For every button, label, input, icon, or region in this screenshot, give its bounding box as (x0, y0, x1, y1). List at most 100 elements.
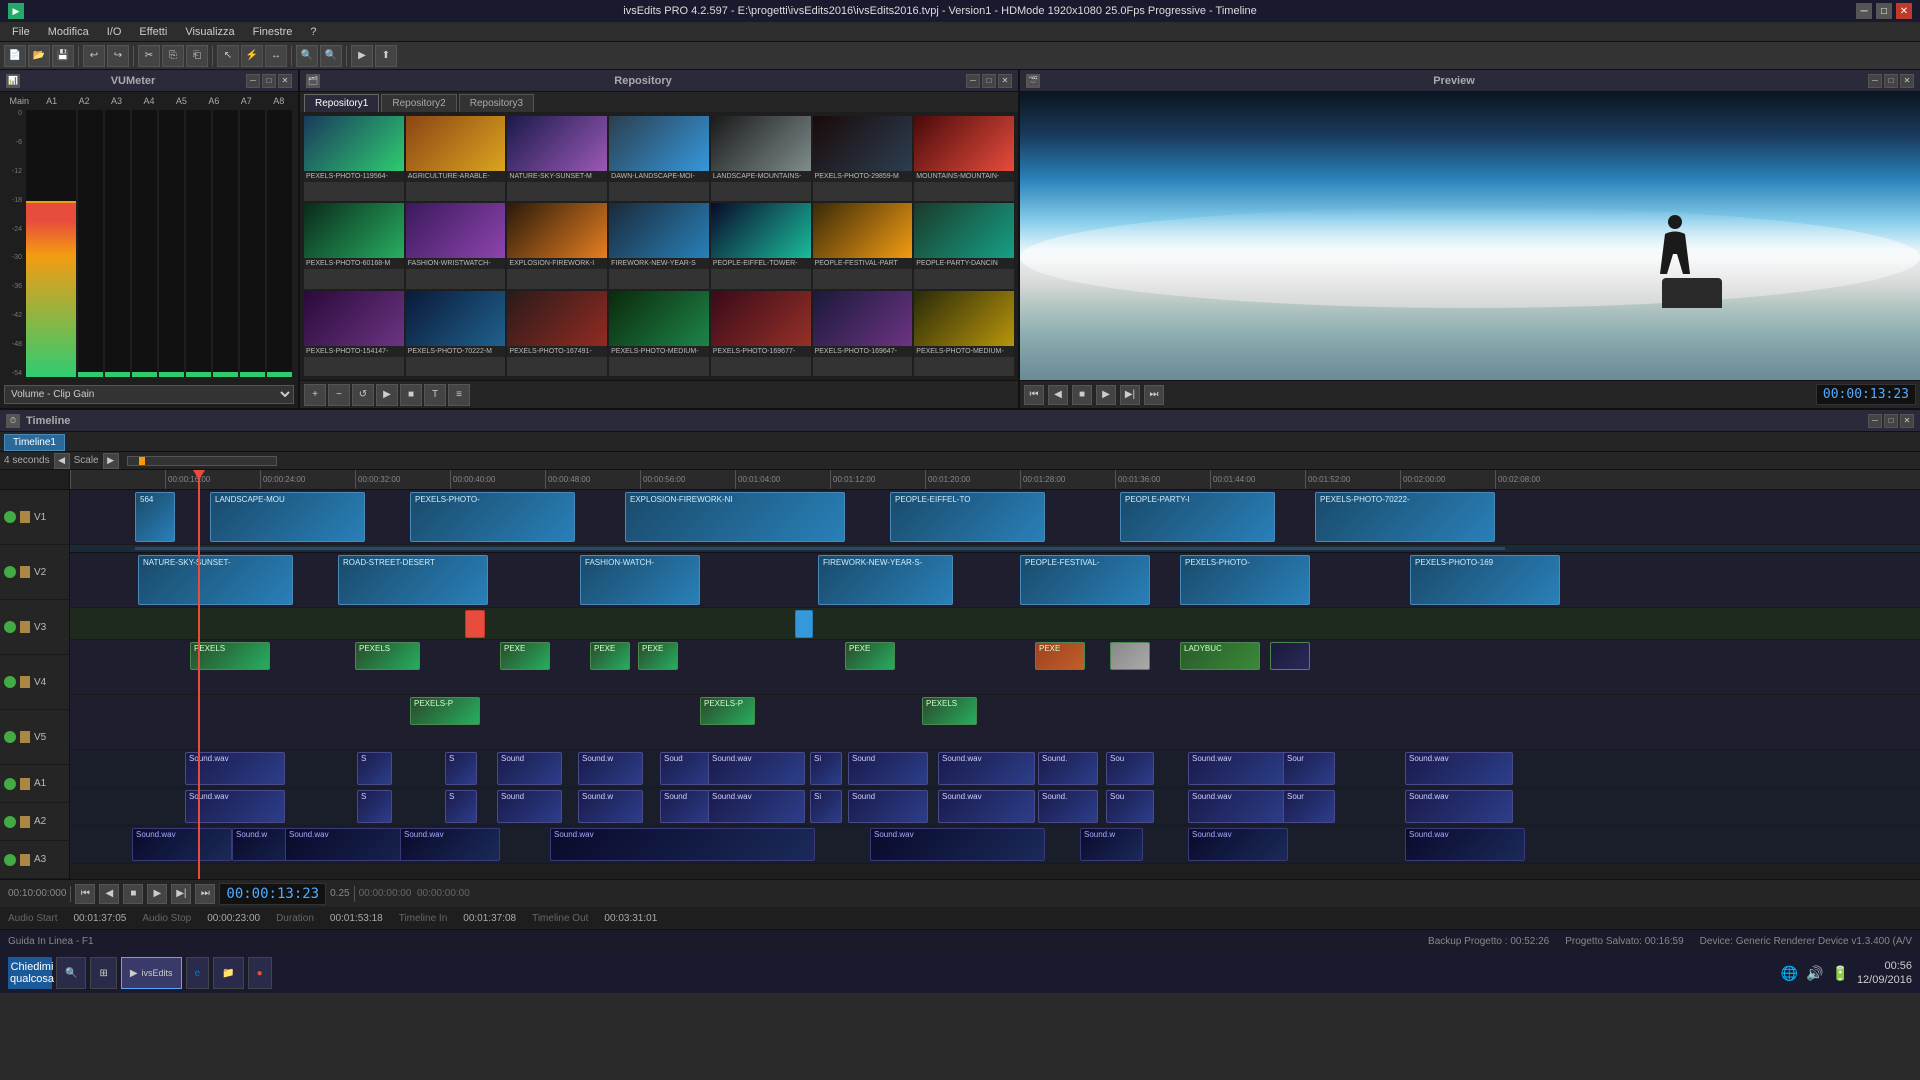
a3-clip-6[interactable]: Sound.wav (870, 828, 1045, 861)
a1-clip-15[interactable]: Sound.wav (1405, 752, 1513, 785)
v3-eye[interactable] (4, 621, 16, 633)
render-btn[interactable]: ▶ (351, 45, 373, 67)
a3-clip-5[interactable]: Sound.wav (550, 828, 815, 861)
a1-clip-14[interactable]: Sour (1283, 752, 1335, 785)
v4-lock[interactable] (20, 676, 30, 688)
v2-clip-1[interactable]: NATURE-SKY-SUNSET- (138, 555, 293, 605)
menu-finestre[interactable]: Finestre (245, 24, 301, 40)
a2-clip-8[interactable]: Si (810, 790, 842, 823)
menu-visualizza[interactable]: Visualizza (177, 24, 242, 40)
tray-battery[interactable]: 🔋 (1832, 965, 1849, 982)
zoom-in[interactable]: 🔍 (296, 45, 318, 67)
repo-item-18[interactable]: PEXELS-PHOTO-MEDIUM- (609, 291, 709, 376)
volume-select[interactable]: Volume - Clip Gain (4, 385, 294, 404)
zoom-out[interactable]: 🔍 (320, 45, 342, 67)
v4-clip-5[interactable]: PEXE (638, 642, 678, 670)
taskbar-task-view[interactable]: ⊞ (90, 957, 116, 989)
v2-clip-2[interactable]: ROAD-STREET-DESERT (338, 555, 488, 605)
a3-clip-1[interactable]: Sound.wav (132, 828, 232, 861)
undo-btn[interactable]: ↩ (83, 45, 105, 67)
menu-help[interactable]: ? (302, 24, 324, 40)
open-btn[interactable]: 📂 (28, 45, 50, 67)
a1-clip-3[interactable]: S (445, 752, 477, 785)
v1-clip-0[interactable]: 564 (135, 492, 175, 542)
a2-clip-15[interactable]: Sound.wav (1405, 790, 1513, 823)
a1-clip-13[interactable]: Sound.wav (1188, 752, 1288, 785)
preview-stop[interactable]: ■ (1072, 385, 1092, 405)
repo-close[interactable]: ✕ (998, 74, 1012, 88)
a1-clip-11[interactable]: Sound. (1038, 752, 1098, 785)
repo-item-12[interactable]: PEOPLE-EIFFEL-TOWER- (711, 203, 811, 288)
tl-play[interactable]: ▶ (147, 884, 167, 904)
a2-clip-12[interactable]: Sou (1106, 790, 1154, 823)
taskbar-edge[interactable]: e (186, 957, 210, 989)
maximize-btn[interactable]: □ (1876, 3, 1892, 19)
a2-clip-4[interactable]: Sound (497, 790, 562, 823)
v2-clip-3[interactable]: FASHION-WATCH- (580, 555, 700, 605)
scale-handle[interactable] (139, 457, 145, 465)
a1-clip-4[interactable]: Sound (497, 752, 562, 785)
repo-item-17[interactable]: PEXELS-PHOTO-167491- (507, 291, 607, 376)
repo-min[interactable]: ─ (966, 74, 980, 88)
preview-max[interactable]: □ (1884, 74, 1898, 88)
v2-lock[interactable] (20, 566, 30, 578)
a1-clip-12[interactable]: Sou (1106, 752, 1154, 785)
repo-text[interactable]: T (424, 384, 446, 406)
v1-clip-2[interactable]: PEXELS-PHOTO- (410, 492, 575, 542)
a2-lock[interactable] (20, 816, 30, 828)
repo-item-5[interactable]: LANDSCAPE-MOUNTAINS- (711, 116, 811, 201)
repo-del[interactable]: − (328, 384, 350, 406)
v1-clip-6[interactable]: PEXELS-PHOTO-70222- (1315, 492, 1495, 542)
repo-item-11[interactable]: FIREWORK-NEW-YEAR-S (609, 203, 709, 288)
a2-clip-5[interactable]: Sound.w (578, 790, 643, 823)
v5-clip-3[interactable]: PEXELS (922, 697, 977, 725)
vumeter-max[interactable]: □ (262, 74, 276, 88)
v1-clip-4[interactable]: PEOPLE-EIFFEL-TO (890, 492, 1045, 542)
tool-razor[interactable]: ⚡ (241, 45, 263, 67)
repo-item-16[interactable]: PEXELS-PHOTO-70222-M (406, 291, 506, 376)
v4-clip-8[interactable] (1110, 642, 1150, 670)
repo-item-19[interactable]: PEXELS-PHOTO-169677- (711, 291, 811, 376)
save-btn[interactable]: 💾 (52, 45, 74, 67)
a3-clip-7[interactable]: Sound.w (1080, 828, 1143, 861)
a3-clip-8[interactable]: Sound.wav (1188, 828, 1288, 861)
timeline-close[interactable]: ✕ (1900, 414, 1914, 428)
preview-next-frame[interactable]: ▶| (1120, 385, 1140, 405)
a2-clip-9[interactable]: Sound (848, 790, 928, 823)
copy-btn[interactable]: ⎘ (162, 45, 184, 67)
repo-stop[interactable]: ■ (400, 384, 422, 406)
v3-clip-1[interactable] (465, 610, 485, 638)
paste-btn[interactable]: ⎗ (186, 45, 208, 67)
vumeter-close[interactable]: ✕ (278, 74, 292, 88)
preview-play[interactable]: ▶ (1096, 385, 1116, 405)
tl-rewind[interactable]: ⏮ (75, 884, 95, 904)
repo-tab-1[interactable]: Repository1 (304, 94, 379, 112)
a2-clip-2[interactable]: S (357, 790, 392, 823)
a3-clip-9[interactable]: Sound.wav (1405, 828, 1525, 861)
redo-btn[interactable]: ↪ (107, 45, 129, 67)
preview-close[interactable]: ✕ (1900, 74, 1914, 88)
taskbar-app[interactable]: ▶ ivsEdits (121, 957, 182, 989)
timeline-tab-1[interactable]: Timeline1 (4, 434, 65, 451)
tl-next[interactable]: ▶| (171, 884, 191, 904)
scale-left-btn[interactable]: ◀ (54, 453, 70, 469)
repo-tab-3[interactable]: Repository3 (459, 94, 534, 112)
a2-clip-14[interactable]: Sour (1283, 790, 1335, 823)
a2-eye[interactable] (4, 816, 16, 828)
a3-lock[interactable] (20, 854, 30, 866)
repo-item-7[interactable]: MOUNTAINS-MOUNTAIN- (914, 116, 1014, 201)
repo-item-9[interactable]: FASHION-WRISTWATCH- (406, 203, 506, 288)
a2-clip-1[interactable]: Sound.wav (185, 790, 285, 823)
a2-clip-3[interactable]: S (445, 790, 477, 823)
v2-clip-7[interactable]: PEXELS-PHOTO-169 (1410, 555, 1560, 605)
v5-clip-1[interactable]: PEXELS-P (410, 697, 480, 725)
v2-eye[interactable] (4, 566, 16, 578)
tool-select[interactable]: ↖ (217, 45, 239, 67)
v5-eye[interactable] (4, 731, 16, 743)
v1-clip-1[interactable]: LANDSCAPE-MOU (210, 492, 365, 542)
tl-stop[interactable]: ■ (123, 884, 143, 904)
v5-clip-2[interactable]: PEXELS-P (700, 697, 755, 725)
repo-list-view[interactable]: ≡ (448, 384, 470, 406)
v2-clip-4[interactable]: FIREWORK-NEW-YEAR-S- (818, 555, 953, 605)
a2-clip-6[interactable]: Sound (660, 790, 715, 823)
